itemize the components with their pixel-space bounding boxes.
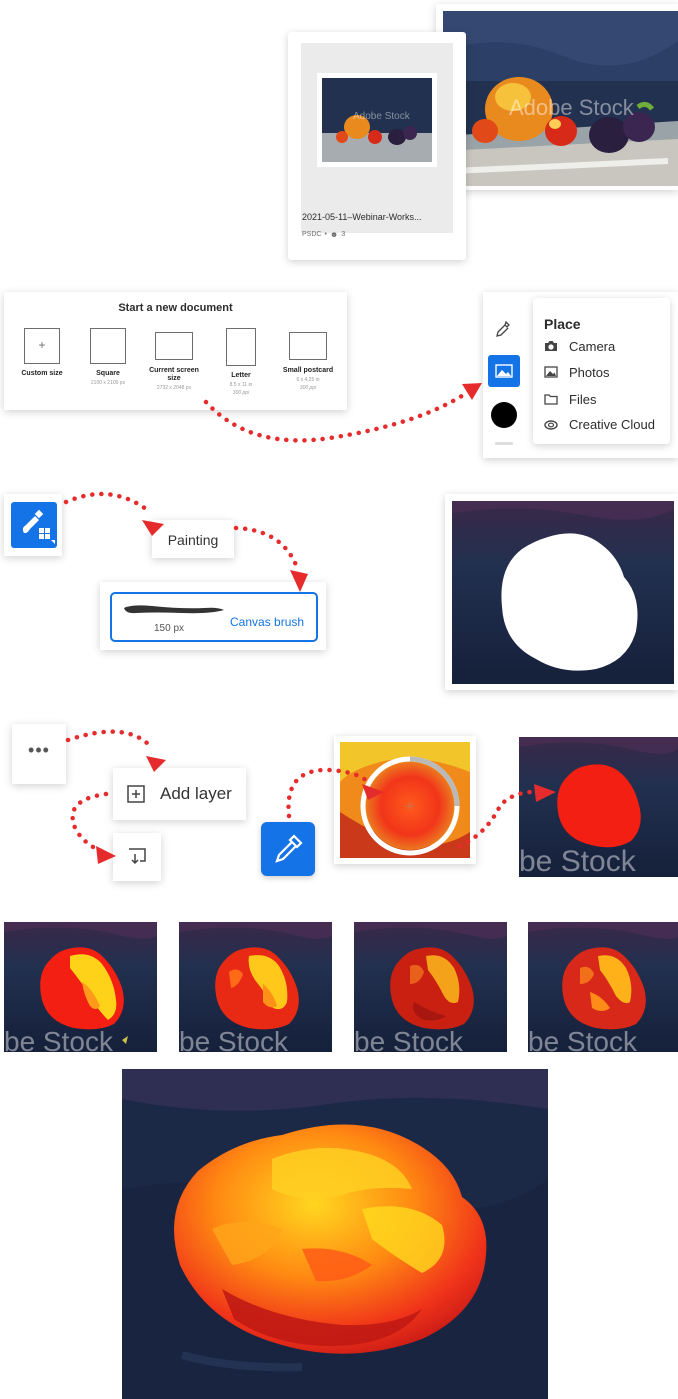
document-thumbnail: Adobe Stock — [317, 73, 437, 167]
document-meta: PSDC • ☻ 3 — [302, 230, 345, 239]
brush-name: Canvas brush — [230, 615, 305, 629]
preset-size: 2100 x 2100 px — [90, 380, 126, 386]
preset-custom-size[interactable]: + Custom size — [14, 328, 70, 378]
arrowhead-place — [462, 383, 482, 400]
folder-icon — [544, 394, 558, 405]
red-fill-canvas: be Stock — [519, 737, 678, 877]
square-shape — [90, 328, 126, 364]
new-document-dialog: Start a new document + Custom size Squar… — [4, 292, 347, 410]
preset-label: Custom size — [21, 370, 63, 377]
preset-square[interactable]: Square 2100 x 2100 px — [80, 328, 136, 386]
merge-down-icon — [129, 848, 146, 865]
preset-label: Current screen size — [149, 367, 199, 382]
creative-cloud-icon — [544, 420, 558, 430]
letter-shape — [226, 328, 256, 366]
place-menu: Place Camera Photos Files Creative Cloud — [533, 298, 670, 444]
place-item-label: Photos — [569, 364, 610, 380]
stock-watermark-fragment: be Stock — [4, 1026, 113, 1052]
stock-watermark: Adobe Stock — [509, 95, 634, 120]
brush-preset-selected[interactable]: 150 px Canvas brush — [110, 592, 318, 642]
preset-current-screen[interactable]: Current screen size 2732 x 2048 px — [146, 328, 202, 391]
still-life-image: Adobe Stock — [443, 11, 678, 186]
painting-group-label: Painting — [167, 532, 219, 548]
brush-tool-card — [4, 494, 62, 556]
preset-letter[interactable]: Letter 8.5 x 11 in 300 ppi — [213, 328, 269, 396]
final-painting — [122, 1069, 548, 1399]
place-menu-title: Place — [544, 316, 581, 332]
panel-handle — [495, 442, 513, 445]
color-swatch[interactable] — [491, 402, 517, 428]
shared-users-icon: ☻ — [329, 230, 339, 239]
progress-step-2: be Stock — [179, 922, 332, 1052]
red-fill-image: be Stock — [519, 737, 678, 877]
preset-size: 6 x 4.25 in — [296, 377, 320, 383]
add-layer-card[interactable]: Add layer — [113, 768, 246, 820]
add-layer-icon — [127, 785, 145, 803]
stock-watermark-fragment: be Stock — [528, 1026, 637, 1052]
cloud-document-card[interactable]: Adobe Stock 2021-05-11–Webinar-Works... … — [288, 32, 466, 260]
arrow-brush-to-painting — [63, 491, 153, 515]
white-blob-image — [452, 501, 674, 684]
white-blob-canvas — [445, 494, 678, 690]
stock-watermark-fragment: be Stock — [179, 1026, 288, 1052]
photos-icon — [544, 366, 558, 378]
progress-step-4: be Stock — [528, 922, 678, 1052]
preset-size: 8.5 x 11 in — [229, 382, 253, 388]
preset-resolution: 300 ppi — [232, 390, 250, 396]
arrow-painting-to-canvas-brush — [233, 525, 301, 573]
stock-watermark-fragment: be Stock — [354, 1026, 463, 1052]
progress-step-1: be Stock — [4, 922, 157, 1052]
cloud-sync-icon: • — [324, 231, 327, 238]
brush-stroke-preview — [124, 605, 224, 614]
shared-count: 3 — [341, 231, 346, 238]
place-files[interactable]: Files — [543, 391, 596, 407]
preset-label: Square — [96, 370, 120, 377]
place-item-label: Creative Cloud — [569, 416, 655, 432]
eyedropper-icon[interactable] — [495, 320, 511, 338]
plus-icon: + — [38, 338, 46, 352]
place-image-icon[interactable] — [488, 355, 520, 387]
screen-shape — [155, 332, 193, 360]
tool-panel: Place Camera Photos Files Creative Cloud — [483, 292, 678, 458]
place-camera[interactable]: Camera — [543, 338, 615, 354]
arrow-more-to-add-layer — [65, 729, 155, 751]
preset-resolution: 300 ppi — [299, 385, 317, 391]
brush-tool-icon[interactable] — [11, 502, 57, 548]
color-sample-loupe — [340, 742, 470, 858]
brush-preset-card: 150 px Canvas brush — [100, 582, 326, 650]
painting-group-chip[interactable]: Painting — [152, 520, 234, 558]
color-sample-loupe-card — [334, 736, 476, 864]
place-item-label: Files — [569, 391, 597, 407]
postcard-shape — [289, 332, 327, 360]
preset-small-postcard[interactable]: Small postcard 6 x 4.25 in 300 ppi — [280, 328, 336, 391]
custom-size-shape: + — [24, 328, 60, 364]
camera-icon — [545, 341, 557, 351]
document-filename: 2021-05-11–Webinar-Works... — [302, 212, 422, 222]
place-item-label: Camera — [569, 338, 616, 354]
preset-label: Letter — [231, 372, 251, 379]
more-options-card: ••• — [12, 724, 66, 784]
document-type: PSDC — [302, 231, 322, 238]
preset-label: Small postcard — [282, 367, 334, 374]
document-thumbnail-frame: Adobe Stock — [301, 43, 453, 233]
place-photos[interactable]: Photos — [543, 364, 609, 380]
merge-down-card[interactable] — [113, 833, 161, 881]
progress-step-3: be Stock — [354, 922, 507, 1052]
new-document-title: Start a new document — [118, 302, 233, 314]
eyedropper-icon — [275, 834, 303, 863]
stock-watermark-fragment: be Stock — [519, 845, 636, 877]
stock-preview-card: Adobe Stock — [436, 4, 678, 190]
place-creative-cloud[interactable]: Creative Cloud — [543, 416, 655, 432]
add-layer-label: Add layer — [160, 784, 232, 803]
brush-size: 150 px — [154, 623, 185, 634]
preset-size: 2732 x 2048 px — [156, 385, 192, 391]
eyedropper-tool-button[interactable] — [261, 822, 315, 876]
thumbnail-watermark: Adobe Stock — [353, 111, 410, 122]
more-options-icon[interactable]: ••• — [12, 740, 66, 761]
arrow-add-layer-to-merge — [70, 791, 109, 855]
